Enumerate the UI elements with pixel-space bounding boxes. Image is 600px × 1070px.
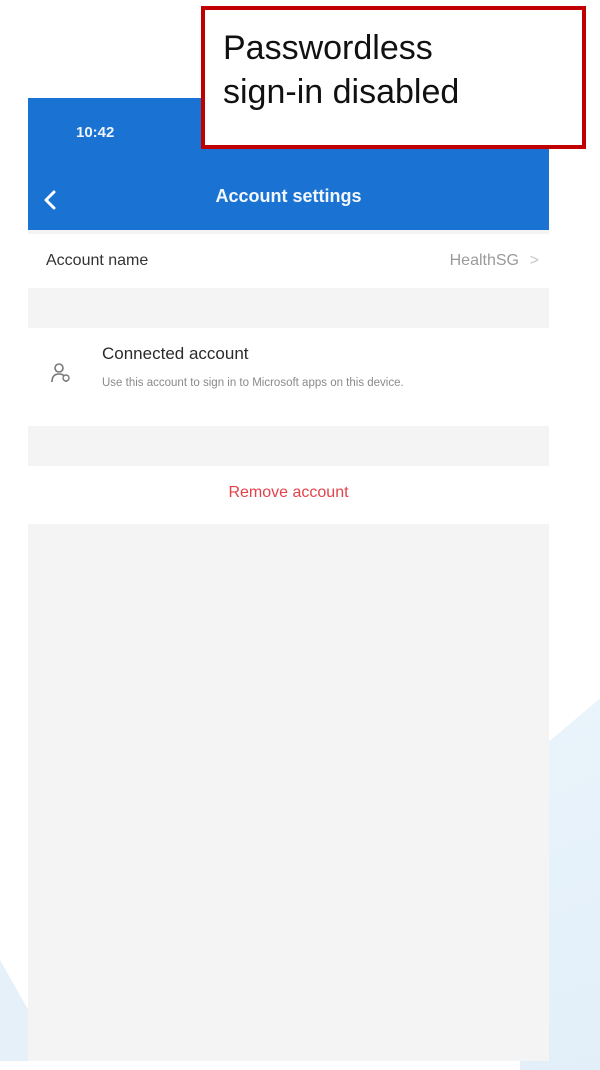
account-name-value: HealthSG — [449, 252, 519, 269]
remove-account-row: Remove account — [28, 466, 549, 524]
account-name-row[interactable]: Account name HealthSG > — [28, 234, 549, 288]
remove-account-button[interactable]: Remove account — [28, 484, 549, 502]
connected-account-row: Connected account Use this account to si… — [28, 328, 549, 426]
connected-account-description: Use this account to sign in to Microsoft… — [102, 377, 404, 389]
connected-account-title: Connected account — [102, 344, 249, 363]
person-icon — [51, 363, 70, 383]
phone-screen: 10:42 Account settings Account name Heal… — [28, 98, 549, 1061]
callout-line-1: Passwordless — [223, 29, 433, 67]
callout-line-2: sign-in disabled — [223, 73, 460, 111]
account-name-label: Account name — [46, 252, 149, 269]
status-bar-time: 10:42 — [76, 124, 115, 141]
page-title: Account settings — [215, 186, 362, 206]
callout-box: Passwordless sign-in disabled — [201, 6, 586, 149]
chevron-right-icon: > — [529, 252, 539, 269]
